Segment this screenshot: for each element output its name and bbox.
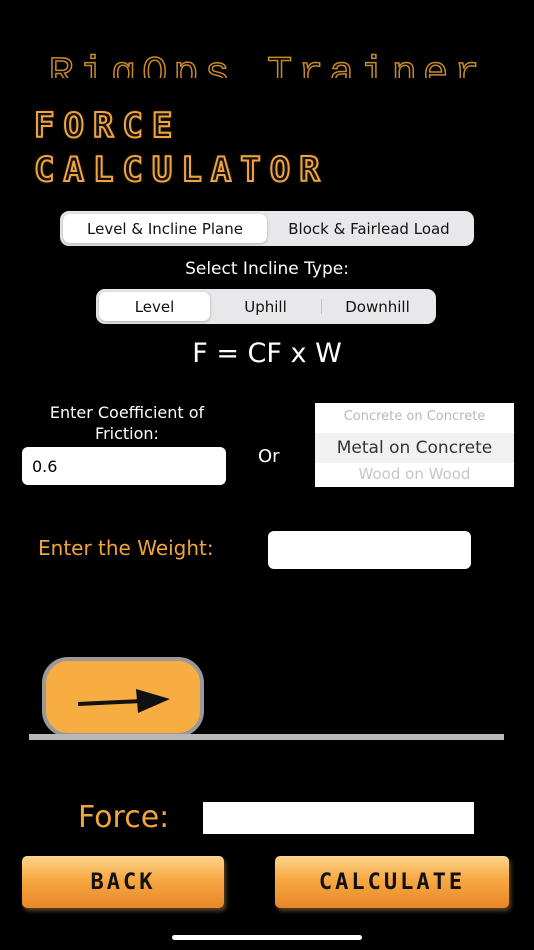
picker-option-above[interactable]: Concrete on Concrete	[315, 409, 514, 424]
incline-segmented-control: Level Uphill Downhill	[96, 289, 436, 324]
back-button[interactable]: BACK	[22, 856, 224, 908]
incline-type-label: Select Incline Type:	[185, 259, 349, 279]
force-output	[203, 802, 474, 834]
right-arrow-icon	[77, 689, 170, 713]
weight-input[interactable]	[268, 531, 471, 569]
force-label: Force:	[78, 800, 170, 835]
home-indicator[interactable]	[172, 935, 362, 940]
material-picker[interactable]: Concrete on Concrete Metal on Concrete W…	[315, 403, 514, 487]
ground-line	[29, 734, 504, 740]
picker-option-selected[interactable]: Metal on Concrete	[315, 433, 514, 463]
formula-text: F = CF x W	[192, 338, 342, 369]
app-title: RigOps Trainer	[48, 49, 486, 78]
calculate-button[interactable]: CALCULATE	[275, 856, 509, 908]
tab-block-fairlead-load[interactable]: Block & Fairlead Load	[267, 214, 471, 243]
tab-level-incline-plane[interactable]: Level & Incline Plane	[63, 214, 267, 243]
page-title-line-2: CALCULATOR	[33, 149, 329, 191]
incline-option-level[interactable]: Level	[99, 292, 210, 321]
mode-segmented-control: Level & Incline Plane Block & Fairlead L…	[60, 211, 474, 246]
coefficient-label: Enter Coefficient of Friction:	[49, 403, 205, 443]
incline-option-uphill[interactable]: Uphill	[210, 292, 321, 321]
picker-option-below[interactable]: Wood on Wood	[315, 465, 514, 483]
or-label: Or	[258, 446, 280, 467]
block-illustration	[42, 657, 204, 737]
page-title-line-1: FORCE	[33, 105, 182, 147]
weight-label: Enter the Weight:	[38, 536, 214, 560]
coefficient-input[interactable]	[22, 447, 226, 485]
incline-option-downhill[interactable]: Downhill	[322, 292, 433, 321]
